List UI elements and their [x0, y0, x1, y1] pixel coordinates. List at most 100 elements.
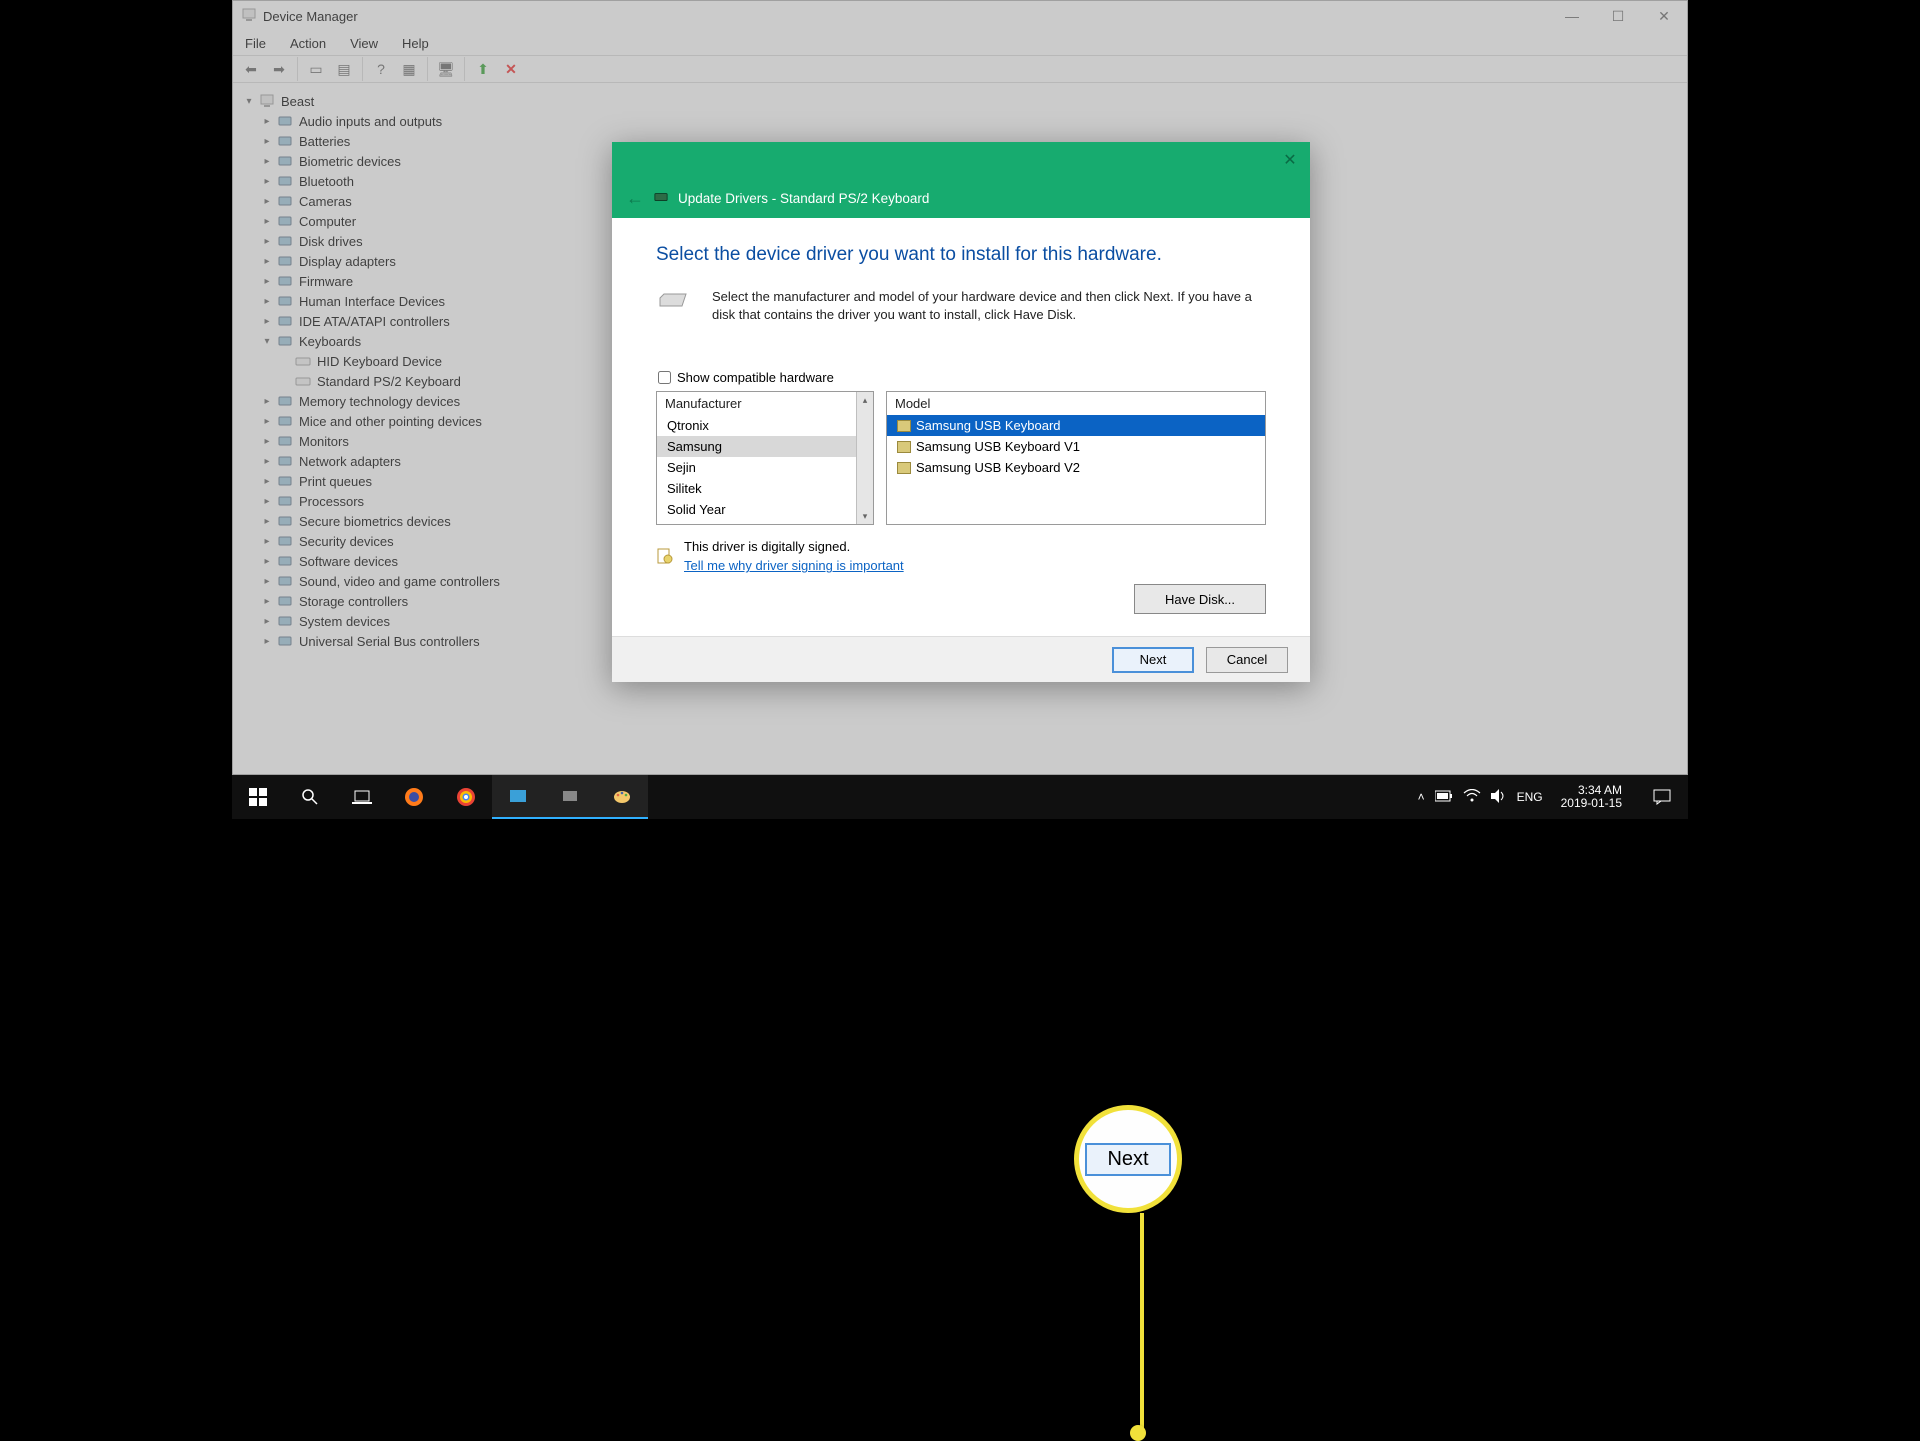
- update-drivers-wizard: ✕ ← Update Drivers - Standard PS/2 Keybo…: [612, 142, 1310, 682]
- tree-item-label: Universal Serial Bus controllers: [299, 634, 480, 649]
- volume-icon[interactable]: [1491, 789, 1507, 806]
- device-category-icon: [277, 593, 293, 609]
- forward-icon[interactable]: ➡: [267, 57, 291, 81]
- tree-item-label: Secure biometrics devices: [299, 514, 451, 529]
- model-item[interactable]: Samsung USB Keyboard V2: [887, 457, 1265, 478]
- tree-root[interactable]: ▾Beast: [237, 91, 1683, 111]
- start-button[interactable]: [232, 775, 284, 819]
- manufacturer-item[interactable]: Qtronix: [657, 415, 873, 436]
- battery-icon[interactable]: [1435, 790, 1453, 805]
- menu-view[interactable]: View: [346, 34, 382, 53]
- language-indicator[interactable]: ENG: [1517, 790, 1543, 804]
- model-listbox[interactable]: Model Samsung USB Keyboard Samsung USB Ke…: [886, 391, 1266, 525]
- tree-item-label: Mice and other pointing devices: [299, 414, 482, 429]
- device-category-icon: [277, 213, 293, 229]
- add-legacy-icon[interactable]: ⬆: [471, 57, 495, 81]
- tree-item-label: Human Interface Devices: [299, 294, 445, 309]
- tree-root-label: Beast: [281, 94, 314, 109]
- minimize-button[interactable]: —: [1549, 1, 1595, 31]
- manufacturer-header: Manufacturer: [657, 392, 873, 415]
- maximize-button[interactable]: ☐: [1595, 1, 1641, 31]
- taskview-icon[interactable]: [336, 775, 388, 819]
- keyboard-icon: [897, 420, 911, 432]
- device-category-icon: [277, 153, 293, 169]
- toolbar-separator: [427, 57, 428, 81]
- device-category-icon: [277, 453, 293, 469]
- device-category-icon: [277, 493, 293, 509]
- close-icon[interactable]: ✕: [1270, 142, 1310, 178]
- tree-item-label: System devices: [299, 614, 390, 629]
- back-icon[interactable]: ⬅: [239, 57, 263, 81]
- keyboard-icon: [897, 462, 911, 474]
- toolbar-separator: [297, 57, 298, 81]
- manufacturer-item[interactable]: Solid Year: [657, 499, 873, 520]
- show-compatible-checkbox-row[interactable]: Show compatible hardware: [658, 370, 1266, 385]
- view-icon[interactable]: ▦: [397, 57, 421, 81]
- help-icon[interactable]: ?: [369, 57, 393, 81]
- uninstall-icon[interactable]: ✕: [499, 57, 523, 81]
- manufacturer-item[interactable]: Silitek: [657, 478, 873, 499]
- menu-help[interactable]: Help: [398, 34, 433, 53]
- close-button[interactable]: ✕: [1641, 1, 1687, 31]
- scan-hardware-icon[interactable]: 🖥: [434, 57, 458, 81]
- search-icon[interactable]: [284, 775, 336, 819]
- manufacturer-item[interactable]: Samsung: [657, 436, 873, 457]
- wifi-icon[interactable]: [1463, 789, 1481, 806]
- menubar: File Action View Help: [233, 31, 1687, 55]
- tree-item-label: Computer: [299, 214, 356, 229]
- model-item[interactable]: Samsung USB Keyboard: [887, 415, 1265, 436]
- tree-item-label: Firmware: [299, 274, 353, 289]
- tray-expand-icon[interactable]: ˄: [1418, 790, 1425, 804]
- device-category-icon: [277, 253, 293, 269]
- manufacturer-item[interactable]: Sejin: [657, 457, 873, 478]
- device-category-icon: [277, 173, 293, 189]
- have-disk-button[interactable]: Have Disk...: [1134, 584, 1266, 614]
- callout-dot: [1130, 1425, 1146, 1441]
- model-item[interactable]: Samsung USB Keyboard V1: [887, 436, 1265, 457]
- model-item-label: Samsung USB Keyboard V1: [916, 439, 1080, 454]
- device-category-icon: [277, 233, 293, 249]
- show-compatible-checkbox[interactable]: [658, 371, 671, 384]
- scroll-up-icon[interactable]: ▴: [859, 394, 871, 406]
- back-arrow-icon[interactable]: ←: [626, 188, 644, 209]
- scroll-down-icon[interactable]: ▾: [859, 510, 871, 522]
- model-header: Model: [887, 392, 1265, 415]
- computer-icon: [259, 93, 275, 109]
- chrome-icon[interactable]: [440, 775, 492, 819]
- wizard-titlebar: ← Update Drivers - Standard PS/2 Keyboar…: [612, 178, 1310, 218]
- callout-line: [1140, 1213, 1144, 1431]
- firefox-icon[interactable]: [388, 775, 440, 819]
- taskbar-app-1[interactable]: [492, 775, 544, 819]
- manufacturer-listbox[interactable]: ▴ ▾ Manufacturer QtronixSamsungSejinSili…: [656, 391, 874, 525]
- device-category-icon: [277, 313, 293, 329]
- device-category-icon: [277, 553, 293, 569]
- paint-icon[interactable]: [596, 775, 648, 819]
- tree-item-label: Software devices: [299, 554, 398, 569]
- next-button[interactable]: Next: [1112, 647, 1194, 673]
- show-compatible-label: Show compatible hardware: [677, 370, 834, 385]
- keyboard-icon: [897, 441, 911, 453]
- wizard-heading: Select the device driver you want to ins…: [656, 244, 1266, 266]
- device-category-icon: [277, 193, 293, 209]
- tree-item-label: Display adapters: [299, 254, 396, 269]
- properties-icon[interactable]: ▤: [332, 57, 356, 81]
- taskbar: ˄ ENG 3:34 AM 2019-01-15: [232, 775, 1688, 819]
- tree-item-label: Biometric devices: [299, 154, 401, 169]
- cancel-button[interactable]: Cancel: [1206, 647, 1288, 673]
- notifications-icon[interactable]: [1640, 775, 1684, 819]
- signing-link[interactable]: Tell me why driver signing is important: [684, 558, 904, 573]
- menu-action[interactable]: Action: [286, 34, 330, 53]
- show-hidden-icon[interactable]: ▭: [304, 57, 328, 81]
- tree-item-label: Batteries: [299, 134, 350, 149]
- tree-item-label: Network adapters: [299, 454, 401, 469]
- tree-item[interactable]: ▸Audio inputs and outputs: [237, 111, 1683, 131]
- toolbar-separator: [464, 57, 465, 81]
- device-category-icon: [277, 513, 293, 529]
- tree-item-label: Sound, video and game controllers: [299, 574, 500, 589]
- certificate-icon: [656, 547, 674, 565]
- clock[interactable]: 3:34 AM 2019-01-15: [1553, 784, 1630, 810]
- taskbar-app-2[interactable]: [544, 775, 596, 819]
- device-category-icon: [277, 633, 293, 649]
- menu-file[interactable]: File: [241, 34, 270, 53]
- window-title: Device Manager: [263, 9, 358, 24]
